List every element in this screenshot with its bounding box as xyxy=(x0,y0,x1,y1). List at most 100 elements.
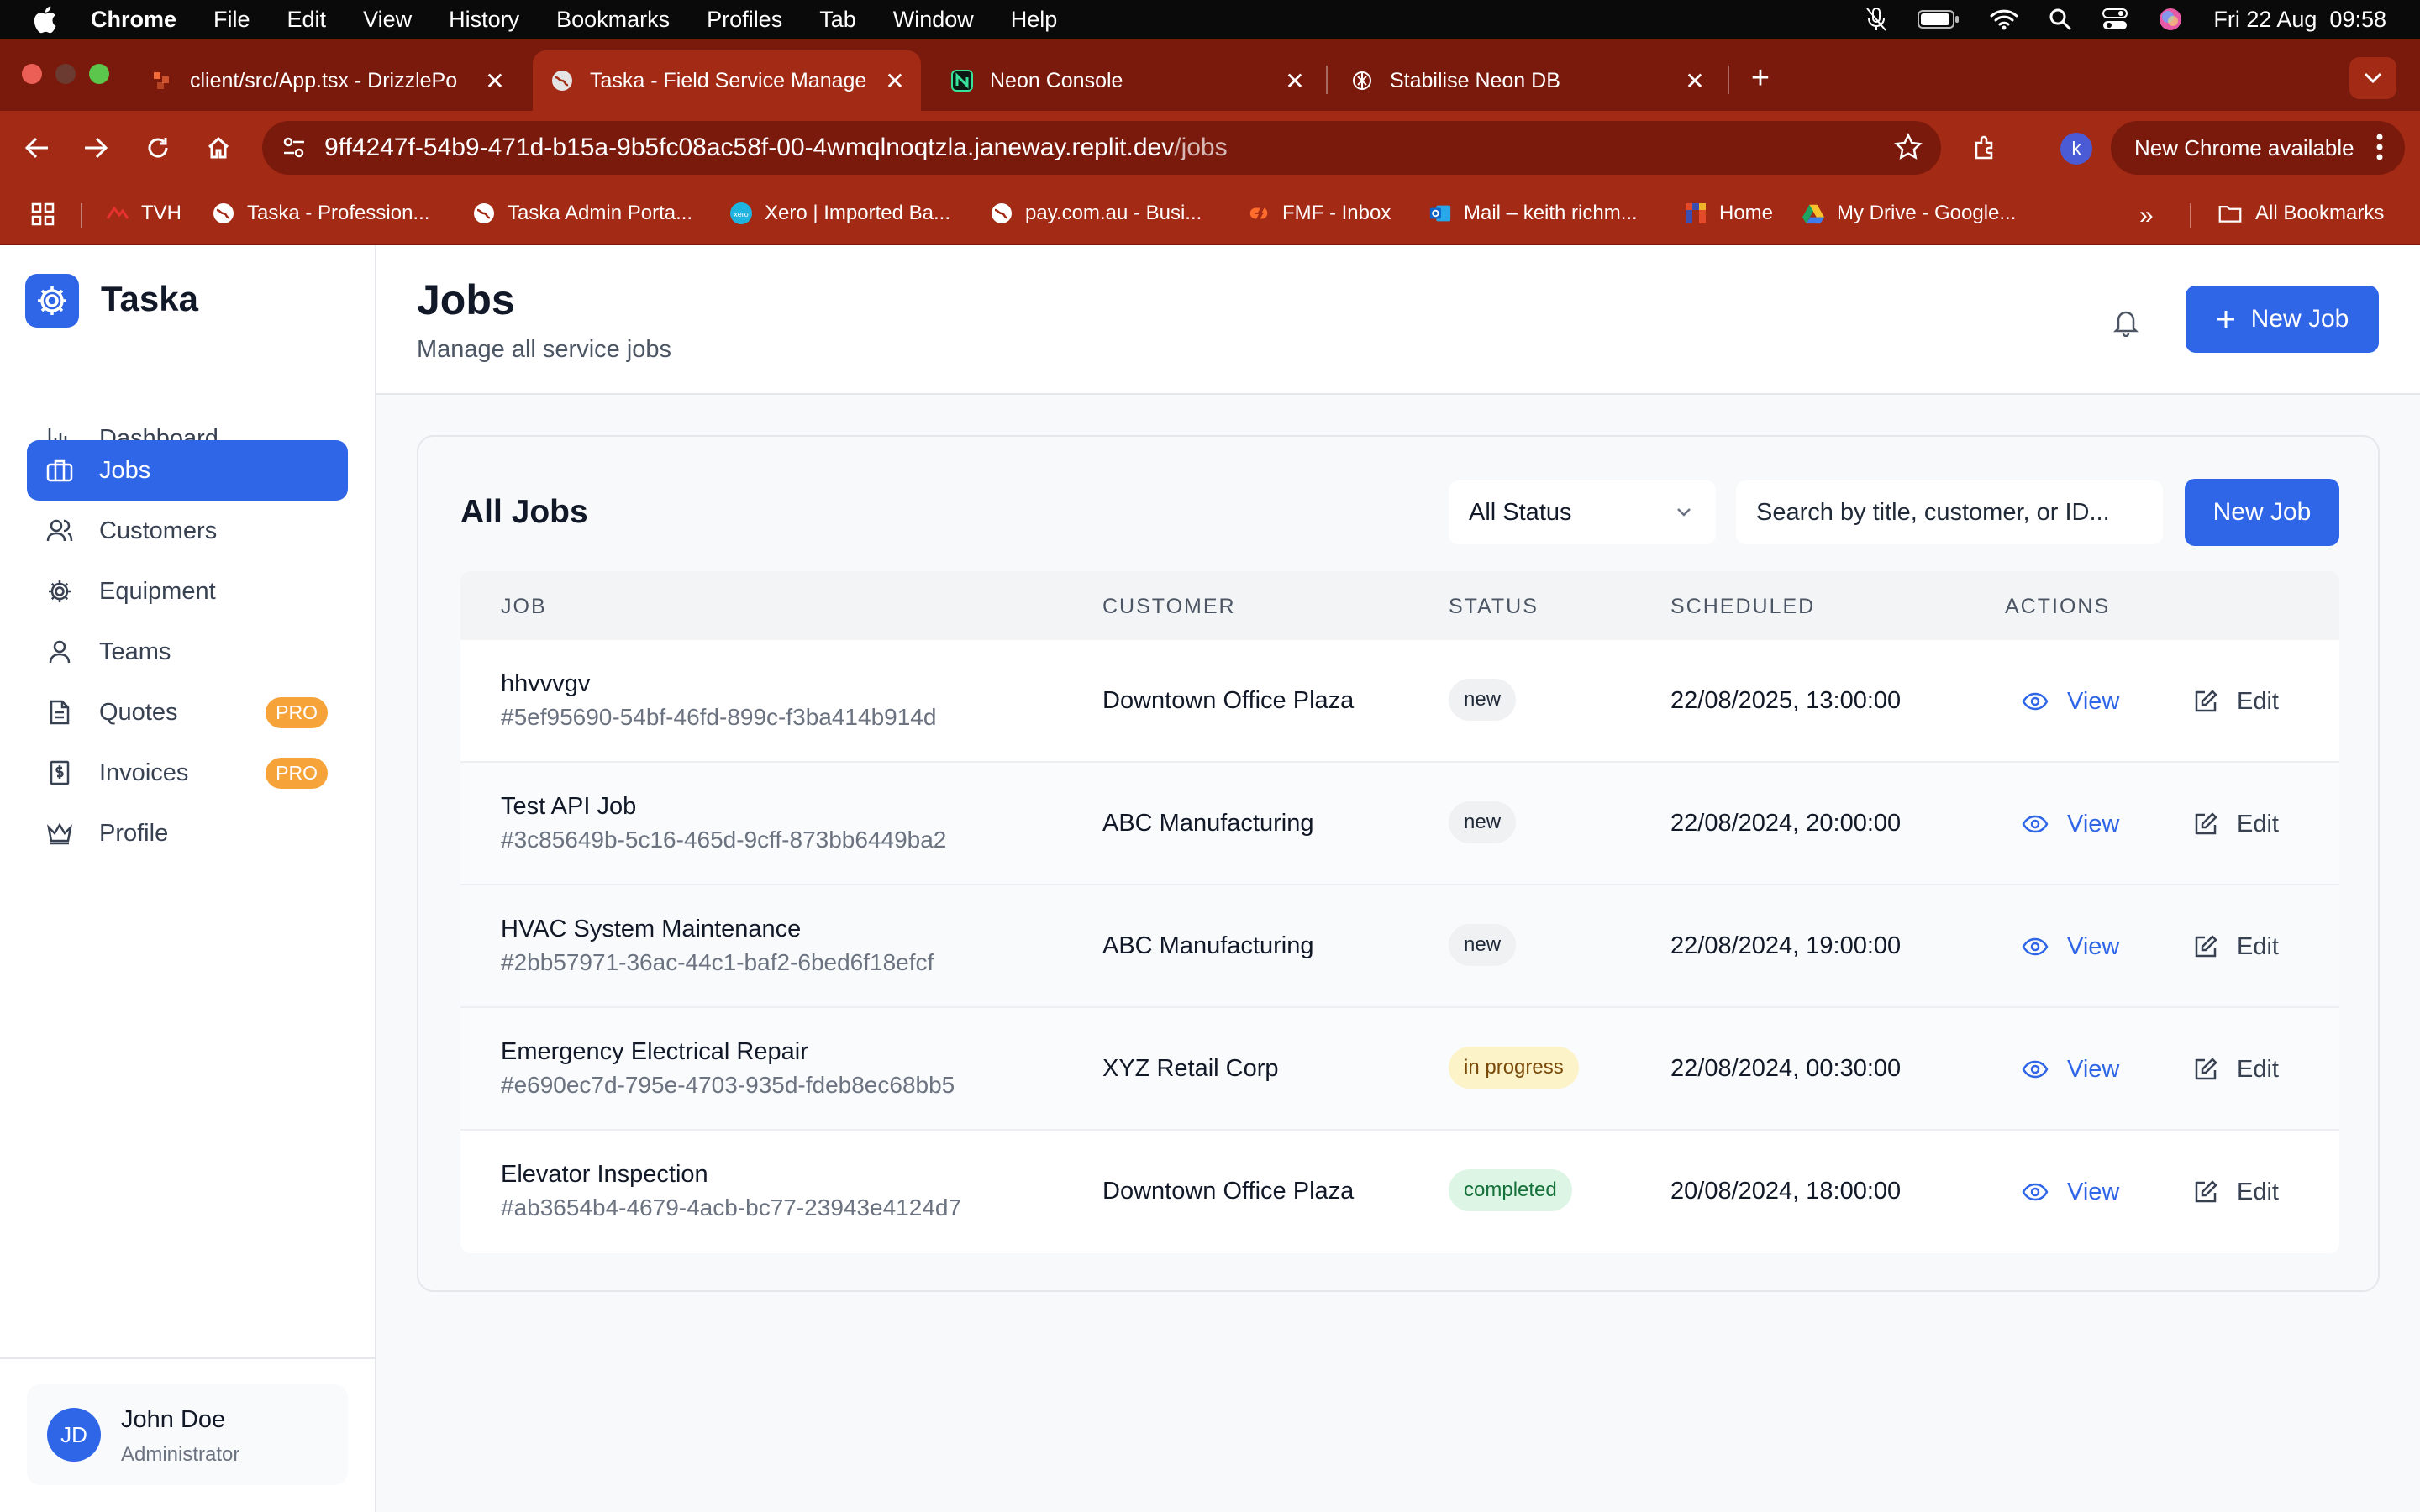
edit-button[interactable]: Edit xyxy=(2193,926,2279,968)
bookmark-star-icon[interactable] xyxy=(1894,133,1923,168)
bookmark-pay-com-au[interactable]: pay.com.au - Busi... xyxy=(990,202,1202,225)
menu-view[interactable]: View xyxy=(363,7,412,33)
column-header-scheduled: SCHEDULED xyxy=(1670,595,1816,618)
reload-icon[interactable] xyxy=(136,126,180,170)
edit-label: Edit xyxy=(2237,1178,2279,1205)
eye-icon xyxy=(2022,692,2049,711)
bookmark-google-drive[interactable]: My Drive - Google... xyxy=(1802,202,2016,225)
edit-icon xyxy=(2195,812,2217,835)
new-job-button[interactable]: New Job xyxy=(2186,286,2379,353)
window-zoom-button[interactable] xyxy=(89,64,109,84)
menu-tab[interactable]: Tab xyxy=(819,7,856,33)
close-tab-icon[interactable]: ✕ xyxy=(1681,67,1709,95)
all-bookmarks[interactable]: All Bookmarks xyxy=(2218,202,2384,225)
search-input[interactable] xyxy=(1736,480,2163,544)
bookmark-fmf-inbox[interactable]: FMF - Inbox xyxy=(1247,202,1391,225)
user-profile-card[interactable]: JD John Doe Administrator xyxy=(27,1384,348,1485)
sidebar-item-customers[interactable]: Customers xyxy=(27,501,348,561)
url-host: 9ff4247f-54b9-471d-b15a-9b5fc08ac58f-00-… xyxy=(324,134,1175,161)
page-title: Jobs xyxy=(417,276,515,323)
close-tab-icon[interactable]: ✕ xyxy=(481,67,509,95)
menu-profiles[interactable]: Profiles xyxy=(707,7,782,33)
clock-datetime[interactable]: Fri 22 Aug 09:58 xyxy=(2213,7,2386,33)
siri-icon[interactable] xyxy=(2158,7,2183,32)
sidebar-item-jobs[interactable]: Jobs xyxy=(27,440,348,501)
search-icon[interactable] xyxy=(2049,8,2072,31)
menu-edit[interactable]: Edit xyxy=(287,7,327,33)
tab-stabilise-neon[interactable]: Stabilise Neon DB ✕ xyxy=(1333,50,1721,111)
job-customer: ABC Manufacturing xyxy=(1102,932,1314,959)
globe-icon xyxy=(990,202,1013,225)
window-close-button[interactable] xyxy=(22,64,42,84)
edit-icon xyxy=(2195,690,2217,712)
menu-help[interactable]: Help xyxy=(1011,7,1058,33)
wifi-icon[interactable] xyxy=(1990,8,2018,30)
bookmark-label: Taska - Profession... xyxy=(247,202,430,224)
status-badge: new xyxy=(1449,801,1517,843)
bookmarks-bar: TVH Taska - Profession... Taska Admin Po… xyxy=(0,185,2420,245)
edit-icon xyxy=(2195,935,2217,958)
bookmark-taska-admin[interactable]: Taska Admin Porta... xyxy=(472,202,692,225)
close-tab-icon[interactable]: ✕ xyxy=(881,67,909,95)
extensions-puzzle-icon[interactable] xyxy=(1963,126,2007,170)
address-bar[interactable]: 9ff4247f-54b9-471d-b15a-9b5fc08ac58f-00-… xyxy=(262,121,1941,175)
menu-chrome[interactable]: Chrome xyxy=(91,7,176,33)
table-header: JOB CUSTOMER STATUS SCHEDULED ACTIONS xyxy=(460,571,2339,640)
bookmark-taska-professional[interactable]: Taska - Profession... xyxy=(212,202,429,225)
forward-arrow-icon[interactable] xyxy=(74,126,118,170)
mic-muted-icon[interactable] xyxy=(1865,7,1887,32)
status-filter-select[interactable]: All Status xyxy=(1449,480,1716,544)
edit-button[interactable]: Edit xyxy=(2193,1171,2279,1213)
sidebar-item-teams[interactable]: Teams xyxy=(27,622,348,682)
tab-app-tsx[interactable]: client/src/App.tsx - DrizzlePo ✕ xyxy=(133,50,521,111)
table-row: HVAC System Maintenance #2bb57971-36ac-4… xyxy=(460,885,2339,1008)
sidebar-item-quotes[interactable]: Quotes PRO xyxy=(27,682,348,743)
tab-neon-console[interactable]: Neon Console ✕ xyxy=(933,50,1321,111)
profile-avatar[interactable]: k xyxy=(2060,133,2092,165)
globe-icon xyxy=(550,68,575,93)
browser-tab-strip: client/src/App.tsx - DrizzlePo ✕ Taska -… xyxy=(0,39,2420,111)
bookmark-xero[interactable]: xero Xero | Imported Ba... xyxy=(729,202,950,225)
apple-icon[interactable] xyxy=(32,4,62,34)
view-button[interactable]: View xyxy=(2022,1171,2119,1213)
control-center-icon[interactable] xyxy=(2102,8,2128,31)
status-badge: new xyxy=(1449,679,1517,721)
menu-window[interactable]: Window xyxy=(893,7,974,33)
new-chrome-available-button[interactable]: New Chrome available xyxy=(2111,121,2405,175)
edit-button[interactable]: Edit xyxy=(2193,803,2279,845)
bookmark-home[interactable]: Home xyxy=(1684,202,1773,225)
tab-taska[interactable]: Taska - Field Service Manage ✕ xyxy=(533,50,921,111)
tab-search-chevron-icon[interactable] xyxy=(2349,57,2396,99)
sidebar-item-invoices[interactable]: Invoices PRO xyxy=(27,743,348,803)
neon-icon xyxy=(950,68,975,93)
bookmark-label: My Drive - Google... xyxy=(1837,202,2017,224)
site-settings-icon[interactable] xyxy=(281,134,308,168)
back-arrow-icon[interactable] xyxy=(15,126,59,170)
menu-file[interactable]: File xyxy=(213,7,250,33)
more-vertical-icon[interactable] xyxy=(2376,133,2383,167)
apps-grid-icon[interactable] xyxy=(30,202,55,227)
view-button[interactable]: View xyxy=(2022,1048,2119,1090)
battery-icon[interactable] xyxy=(1918,9,1960,29)
close-tab-icon[interactable]: ✕ xyxy=(1281,67,1309,95)
edit-button[interactable]: Edit xyxy=(2193,680,2279,722)
new-tab-plus-icon[interactable]: + xyxy=(1739,57,1781,99)
window-minimize-button[interactable] xyxy=(55,64,76,84)
menu-history[interactable]: History xyxy=(449,7,519,33)
sidebar-item-equipment[interactable]: Equipment xyxy=(27,561,348,622)
edit-button[interactable]: Edit xyxy=(2193,1048,2279,1090)
view-button[interactable]: View xyxy=(2022,803,2119,845)
sidebar-item-profile[interactable]: Profile xyxy=(27,803,348,864)
bookmark-tvh[interactable]: TVH xyxy=(106,202,182,225)
menu-bookmarks[interactable]: Bookmarks xyxy=(556,7,670,33)
taska-logo-icon[interactable] xyxy=(25,274,79,328)
new-job-card-button[interactable]: New Job xyxy=(2185,479,2339,546)
bookmark-mail[interactable]: Mail – keith richm... xyxy=(1428,202,1638,225)
bell-icon[interactable] xyxy=(2109,306,2143,339)
new-chrome-label: New Chrome available xyxy=(2134,134,2354,160)
home-app-icon xyxy=(1684,202,1707,225)
home-icon[interactable] xyxy=(197,126,240,170)
more-bookmarks-chevron-icon[interactable]: » xyxy=(2139,202,2154,230)
view-button[interactable]: View xyxy=(2022,680,2119,722)
view-button[interactable]: View xyxy=(2022,926,2119,968)
